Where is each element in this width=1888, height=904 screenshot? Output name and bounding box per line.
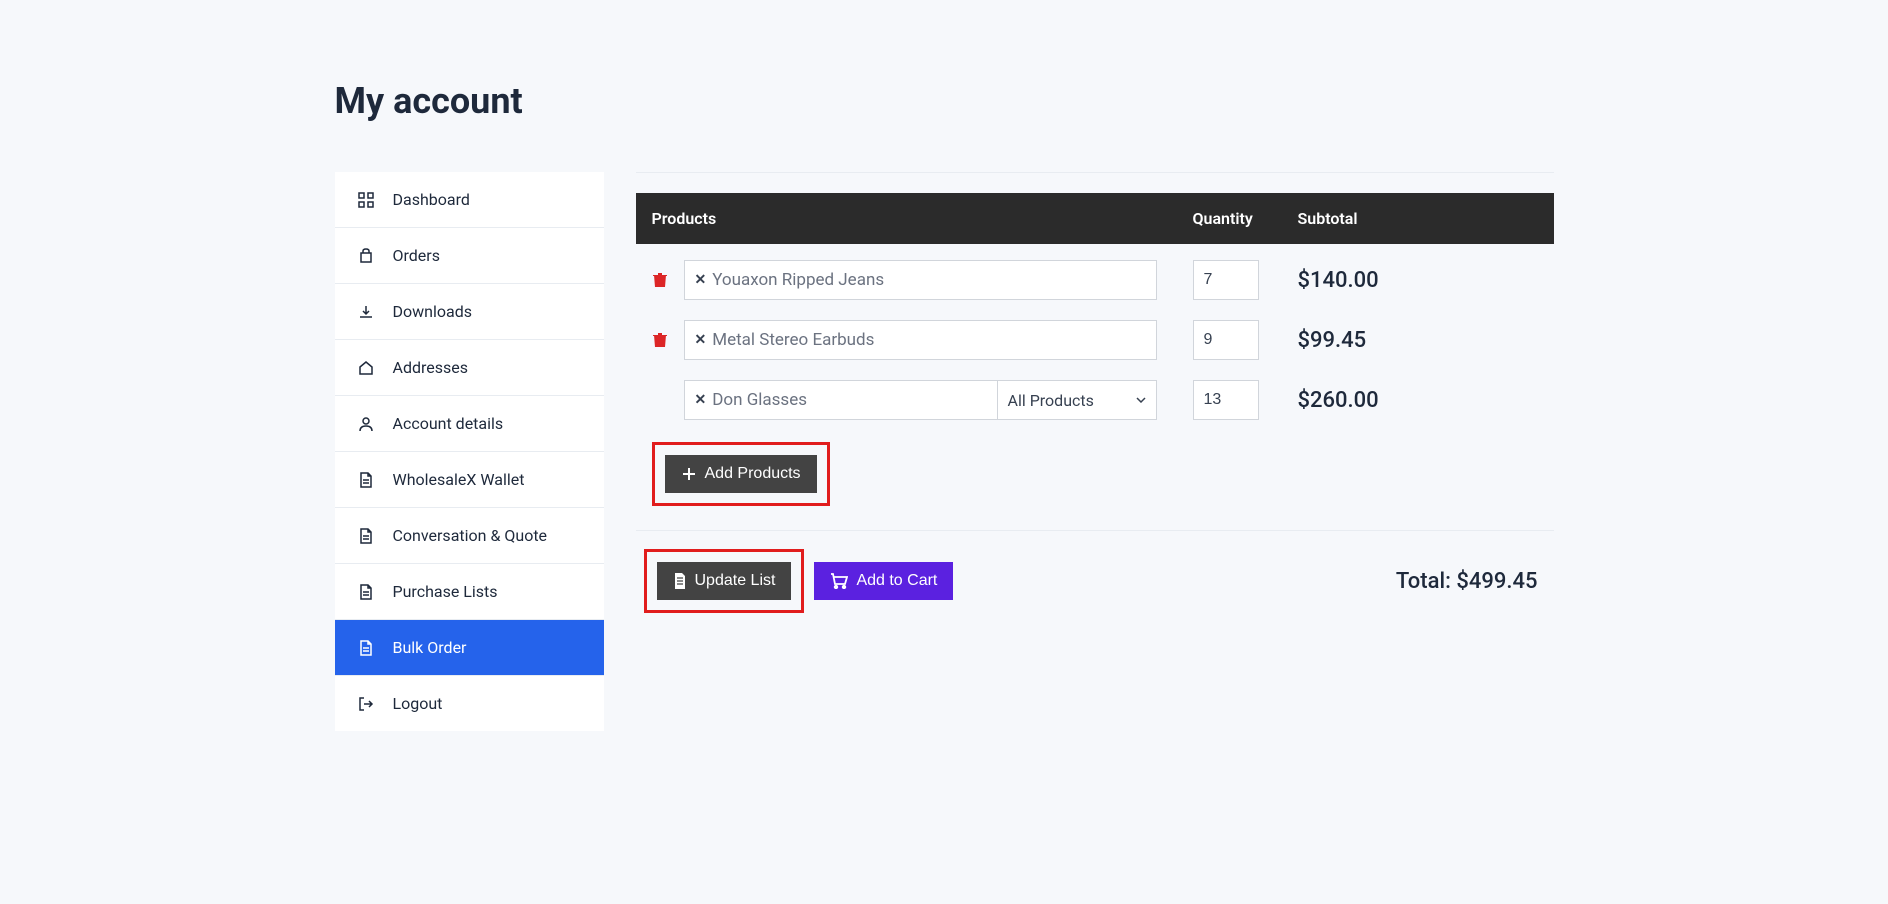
home-icon bbox=[357, 359, 375, 377]
user-icon bbox=[357, 415, 375, 433]
product-name: Youaxon Ripped Jeans bbox=[712, 270, 884, 290]
subtotal-value: $99.45 bbox=[1298, 328, 1538, 353]
quantity-input[interactable] bbox=[1193, 380, 1259, 420]
plus-icon bbox=[681, 466, 697, 482]
sidebar-item-purchase-lists[interactable]: Purchase Lists bbox=[335, 564, 604, 620]
button-label: Add Products bbox=[705, 465, 801, 483]
product-name: Metal Stereo Earbuds bbox=[712, 330, 874, 350]
sidebar-item-label: Dashboard bbox=[393, 190, 470, 209]
main-content: Products Quantity Subtotal bbox=[636, 172, 1554, 731]
sidebar-item-logout[interactable]: Logout bbox=[335, 676, 604, 731]
product-input[interactable]: ✕ Metal Stereo Earbuds bbox=[684, 320, 1157, 360]
document-icon bbox=[673, 573, 687, 589]
subtotal-value: $260.00 bbox=[1298, 388, 1538, 413]
sidebar-item-downloads[interactable]: Downloads bbox=[335, 284, 604, 340]
dropdown-label: All Products bbox=[1008, 391, 1094, 410]
clear-icon[interactable]: ✕ bbox=[695, 392, 707, 408]
sidebar-item-label: Logout bbox=[393, 694, 443, 713]
sidebar-item-label: Orders bbox=[393, 246, 440, 265]
quantity-input[interactable] bbox=[1193, 260, 1259, 300]
document-icon bbox=[357, 471, 375, 489]
table-row: ✕ Metal Stereo Earbuds $99.45 bbox=[636, 310, 1554, 370]
header-products: Products bbox=[652, 209, 1193, 228]
sidebar-item-label: Downloads bbox=[393, 302, 472, 321]
add-to-cart-button[interactable]: Add to Cart bbox=[814, 562, 953, 600]
cart-icon bbox=[830, 573, 848, 589]
sidebar-item-label: WholesaleX Wallet bbox=[393, 470, 525, 489]
quantity-input[interactable] bbox=[1193, 320, 1259, 360]
sidebar-item-label: Account details bbox=[393, 414, 504, 433]
sidebar-item-dashboard[interactable]: Dashboard bbox=[335, 172, 604, 228]
trash-icon[interactable] bbox=[653, 272, 667, 288]
header-quantity: Quantity bbox=[1193, 209, 1298, 228]
product-input[interactable]: ✕ Youaxon Ripped Jeans bbox=[684, 260, 1157, 300]
document-icon bbox=[357, 583, 375, 601]
clear-icon[interactable]: ✕ bbox=[695, 332, 707, 348]
button-label: Add to Cart bbox=[856, 572, 937, 590]
total-text: Total: $499.45 bbox=[1396, 569, 1538, 594]
highlight-box: Update List bbox=[644, 549, 805, 613]
document-icon bbox=[357, 639, 375, 657]
document-icon bbox=[357, 527, 375, 545]
update-list-button[interactable]: Update List bbox=[657, 562, 792, 600]
grid-icon bbox=[357, 191, 375, 209]
clear-icon[interactable]: ✕ bbox=[695, 272, 707, 288]
sidebar-item-conversation[interactable]: Conversation & Quote bbox=[335, 508, 604, 564]
products-table: Products Quantity Subtotal bbox=[636, 193, 1554, 631]
product-name: Don Glasses bbox=[712, 390, 807, 410]
sidebar-item-orders[interactable]: Orders bbox=[335, 228, 604, 284]
logout-icon bbox=[357, 695, 375, 713]
sidebar-item-account-details[interactable]: Account details bbox=[335, 396, 604, 452]
chevron-down-icon bbox=[1136, 397, 1146, 403]
subtotal-value: $140.00 bbox=[1298, 268, 1538, 293]
product-input[interactable]: ✕ Don Glasses bbox=[684, 380, 997, 420]
sidebar-item-label: Bulk Order bbox=[393, 638, 467, 657]
table-row: ✕ Don Glasses All Products bbox=[636, 370, 1554, 430]
sidebar-item-label: Conversation & Quote bbox=[393, 526, 548, 545]
header-subtotal: Subtotal bbox=[1298, 209, 1538, 228]
sidebar: Dashboard Orders Downloads Addresses bbox=[335, 172, 604, 731]
category-dropdown[interactable]: All Products bbox=[997, 380, 1157, 420]
table-row: ✕ Youaxon Ripped Jeans $140.00 bbox=[636, 244, 1554, 310]
sidebar-item-label: Addresses bbox=[393, 358, 469, 377]
highlight-box: Add Products bbox=[652, 442, 830, 506]
download-icon bbox=[357, 303, 375, 321]
table-header: Products Quantity Subtotal bbox=[636, 193, 1554, 244]
sidebar-item-label: Purchase Lists bbox=[393, 582, 498, 601]
page-title: My account bbox=[335, 0, 1554, 172]
add-products-button[interactable]: Add Products bbox=[665, 455, 817, 493]
trash-icon[interactable] bbox=[653, 332, 667, 348]
bag-icon bbox=[357, 247, 375, 265]
button-label: Update List bbox=[695, 572, 776, 590]
sidebar-item-bulk-order[interactable]: Bulk Order bbox=[335, 620, 604, 676]
sidebar-item-wallet[interactable]: WholesaleX Wallet bbox=[335, 452, 604, 508]
sidebar-item-addresses[interactable]: Addresses bbox=[335, 340, 604, 396]
